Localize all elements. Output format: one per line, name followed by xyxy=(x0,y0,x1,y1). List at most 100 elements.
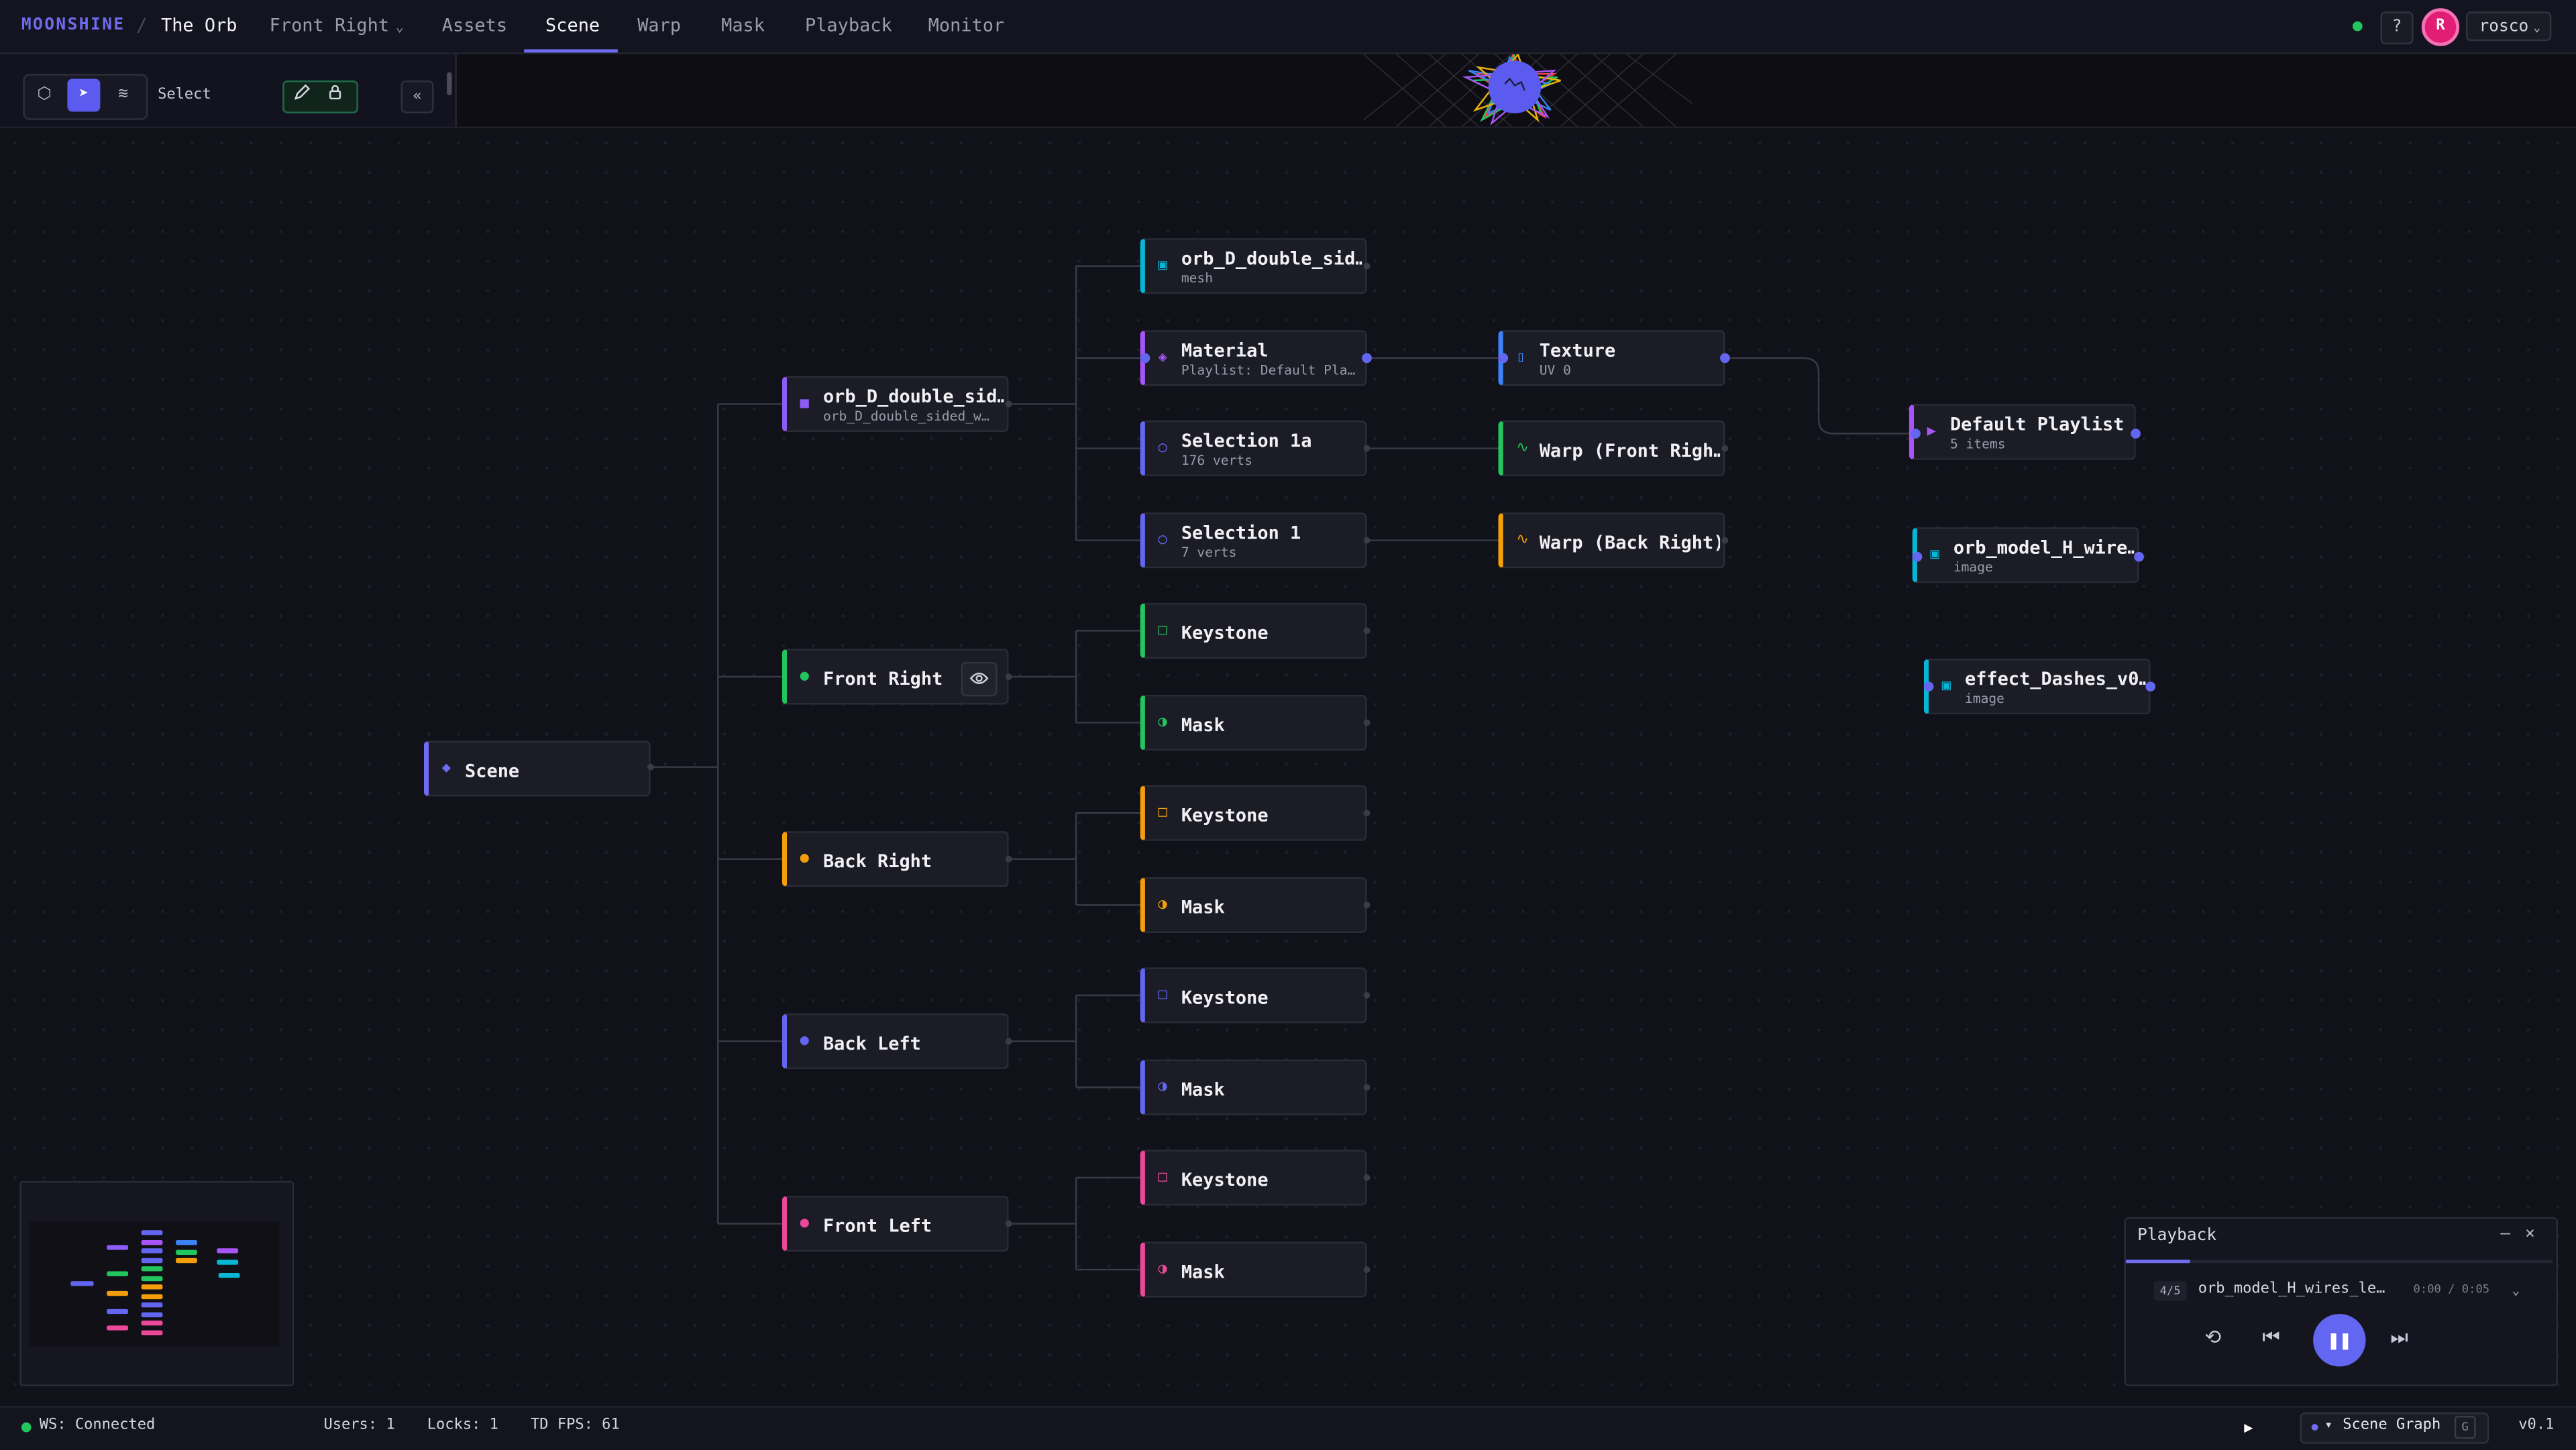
node-title: Mask xyxy=(1181,714,1225,736)
output-port[interactable] xyxy=(1363,810,1371,817)
node-back-right-mask[interactable]: ◑ Mask xyxy=(1140,877,1367,934)
node-texture[interactable]: ▯ Texture UV 0 xyxy=(1498,330,1725,386)
output-port[interactable] xyxy=(1363,537,1371,544)
node-back-left-keystone[interactable]: □ Keystone xyxy=(1140,967,1367,1023)
current-track-name[interactable]: orb_model_H_wires_le… xyxy=(2198,1281,2404,1297)
ws-status-dot xyxy=(21,1422,32,1433)
node-warp-front-right[interactable]: ∿ Warp (Front Righ… xyxy=(1498,420,1725,477)
keystone-icon: □ xyxy=(1158,622,1167,639)
selection-icon: ○ xyxy=(1158,440,1167,457)
node-front-left-mask[interactable]: ◑ Mask xyxy=(1140,1241,1367,1298)
node-front-left-keystone[interactable]: □ Keystone xyxy=(1140,1150,1367,1206)
locks-count: Locks: 1 xyxy=(427,1417,498,1434)
input-port[interactable] xyxy=(1498,353,1509,364)
view-switcher-label: Scene Graph xyxy=(2343,1417,2441,1434)
node-title: Material xyxy=(1181,339,1269,361)
node-selection-1a[interactable]: ○ Selection 1a 176 verts xyxy=(1140,420,1367,477)
output-port[interactable] xyxy=(1005,1038,1012,1045)
mask-icon: ◑ xyxy=(1158,714,1167,731)
output-port[interactable] xyxy=(1721,445,1729,452)
users-count: Users: 1 xyxy=(323,1417,395,1434)
node-front-right-keystone[interactable]: □ Keystone xyxy=(1140,602,1367,659)
node-subtitle: UV 0 xyxy=(1539,363,1571,378)
node-material[interactable]: ◈ Material Playlist: Default Pla… xyxy=(1140,330,1367,386)
image-icon: ▣ xyxy=(1930,547,1939,564)
output-port[interactable] xyxy=(1363,1174,1371,1181)
dot-icon: ● xyxy=(800,850,809,868)
output-port[interactable] xyxy=(1363,1084,1371,1091)
output-port[interactable] xyxy=(1363,901,1371,909)
output-port[interactable] xyxy=(1005,855,1012,862)
node-orb-model[interactable]: ■ orb_D_double_sid… orb_D_double_sided_w… xyxy=(782,376,1009,433)
node-title: Keystone xyxy=(1181,805,1269,826)
output-port[interactable] xyxy=(2131,429,2141,439)
output-port[interactable] xyxy=(1362,353,1372,364)
minimap-node xyxy=(107,1271,129,1276)
output-port[interactable] xyxy=(1363,1266,1371,1273)
output-port[interactable] xyxy=(1363,627,1371,634)
node-image-effect-dashes[interactable]: ▣ effect_Dashes_v0… image xyxy=(1923,659,2151,715)
mask-icon: ◑ xyxy=(1158,1078,1167,1096)
skip-next-icon[interactable]: ⏭ xyxy=(2390,1325,2408,1350)
node-subtitle: mesh xyxy=(1181,271,1213,286)
node-title: Keystone xyxy=(1181,1169,1269,1191)
loop-icon[interactable]: ⟲ xyxy=(2205,1325,2222,1348)
playback-progress-fill xyxy=(2125,1260,2190,1264)
dot-icon: ● xyxy=(800,668,809,685)
output-port[interactable] xyxy=(1363,992,1371,999)
node-back-left-mask[interactable]: ◑ Mask xyxy=(1140,1059,1367,1115)
node-front-left[interactable]: ● Front Left xyxy=(782,1195,1009,1252)
minimize-button[interactable]: – xyxy=(2500,1225,2510,1243)
minimap-node xyxy=(141,1239,163,1245)
minimap-node xyxy=(141,1248,163,1253)
node-selection-1[interactable]: ○ Selection 1 7 verts xyxy=(1140,512,1367,569)
node-scene[interactable]: ◆ Scene xyxy=(423,740,651,797)
dot-icon: ● xyxy=(800,1215,809,1232)
node-title: orb_D_double_sid… xyxy=(822,386,1004,408)
node-title: Scene xyxy=(465,760,520,782)
minimap-node xyxy=(107,1290,129,1296)
node-back-right-keystone[interactable]: □ Keystone xyxy=(1140,785,1367,841)
eye-icon[interactable] xyxy=(961,661,998,697)
output-port[interactable] xyxy=(1005,673,1012,680)
output-port[interactable] xyxy=(1363,445,1371,452)
output-port[interactable] xyxy=(647,763,654,771)
node-image-orb-model[interactable]: ▣ orb_model_H_wire… image xyxy=(1912,527,2139,583)
skip-previous-icon[interactable]: ⏮ xyxy=(2262,1325,2279,1350)
node-front-right-mask[interactable]: ◑ Mask xyxy=(1140,694,1367,751)
minimap-node xyxy=(107,1308,129,1315)
node-mesh[interactable]: ▣ orb_D_double_sid… mesh xyxy=(1140,238,1367,294)
output-port[interactable] xyxy=(1720,353,1730,364)
input-port[interactable] xyxy=(1923,681,1934,692)
minimap-node xyxy=(141,1230,163,1235)
ws-status: WS: Connected xyxy=(39,1417,156,1434)
mask-icon: ◑ xyxy=(1158,897,1167,913)
node-back-right[interactable]: ● Back Right xyxy=(782,831,1009,887)
node-title: Texture xyxy=(1539,339,1616,361)
minimap-node xyxy=(176,1258,197,1264)
minimap-node xyxy=(141,1312,163,1318)
node-title: Keystone xyxy=(1181,987,1269,1009)
warp-icon: ∿ xyxy=(1516,532,1529,549)
input-port[interactable] xyxy=(1140,353,1150,364)
playlist-index-badge: 4/5 xyxy=(2153,1281,2187,1301)
close-button[interactable]: × xyxy=(2525,1225,2535,1243)
output-port[interactable] xyxy=(2134,551,2144,562)
output-port[interactable] xyxy=(1005,1220,1012,1227)
output-port[interactable] xyxy=(1363,262,1371,270)
node-warp-back-right[interactable]: ∿ Warp (Back Right) xyxy=(1498,512,1725,569)
chevron-down-icon[interactable]: ⌄ xyxy=(2512,1283,2520,1298)
keystone-icon: □ xyxy=(1158,987,1167,1004)
minimap-node xyxy=(141,1266,163,1272)
output-port[interactable] xyxy=(1005,400,1012,408)
node-title: Mask xyxy=(1181,897,1225,918)
input-port[interactable] xyxy=(1911,429,1921,439)
minimap-node xyxy=(176,1239,197,1245)
node-back-left[interactable]: ● Back Left xyxy=(782,1013,1009,1070)
node-default-playlist[interactable]: ▶ Default Playlist 5 items xyxy=(1909,404,2136,460)
output-port[interactable] xyxy=(1721,537,1729,544)
pause-button[interactable]: ❚❚ xyxy=(2313,1314,2366,1367)
output-port[interactable] xyxy=(1363,719,1371,726)
input-port[interactable] xyxy=(1912,551,1923,562)
output-port[interactable] xyxy=(2145,681,2156,692)
